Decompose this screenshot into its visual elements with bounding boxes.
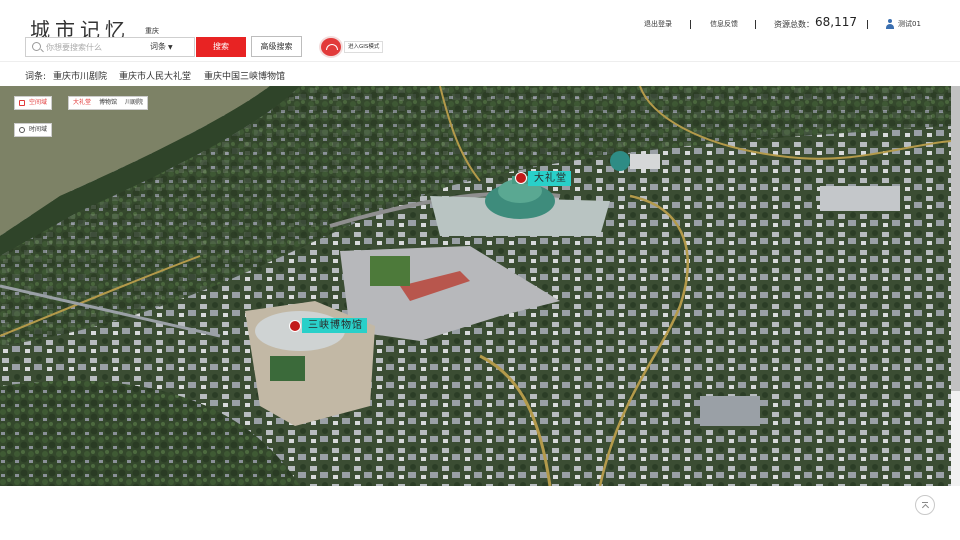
resource-label: 资源总数： <box>774 20 814 29</box>
search-input[interactable] <box>46 39 146 55</box>
time-view-button[interactable]: 时间域 <box>14 123 53 137</box>
tag-opera[interactable]: 川剧院 <box>121 97 147 109</box>
satellite-image <box>0 86 951 486</box>
gis-mode-icon[interactable] <box>321 38 341 56</box>
back-to-top-icon[interactable] <box>915 495 935 515</box>
keyword-bar: 词条: 重庆市川剧院 重庆市人民大礼堂 重庆中国三峡博物馆 <box>0 61 960 86</box>
divider <box>755 20 756 29</box>
poi-label-museum[interactable]: 三峡博物馆 <box>302 318 367 333</box>
keyword-item[interactable]: 重庆市川剧院 <box>53 69 107 82</box>
keyword-item[interactable]: 重庆中国三峡博物馆 <box>204 69 285 82</box>
crosshair-icon <box>19 127 25 133</box>
search-box: 词条▼ <box>25 37 195 57</box>
header: 城市记忆 重庆 词条▼ 搜索 高级搜索 进入GIS模式 退出登录 信息反馈 资源… <box>0 0 960 62</box>
user-icon <box>886 19 894 29</box>
location-icon <box>19 100 25 106</box>
poi-tag-group: 大礼堂 博物馆 川剧院 <box>68 96 149 110</box>
keyword-item[interactable]: 重庆市人民大礼堂 <box>119 69 191 82</box>
poi-marker-great-hall[interactable] <box>515 172 527 184</box>
tag-great-hall[interactable]: 大礼堂 <box>69 97 95 109</box>
city-label: 重庆 <box>145 27 159 35</box>
resource-count: 68,117 <box>815 15 857 29</box>
tag-museum[interactable]: 博物馆 <box>95 97 121 109</box>
poi-marker-museum[interactable] <box>289 320 301 332</box>
logout-link[interactable]: 退出登录 <box>644 19 672 29</box>
search-icon <box>32 42 41 51</box>
search-type-label: 词条 <box>150 42 166 51</box>
time-view-label: 时间域 <box>29 126 48 133</box>
feedback-link[interactable]: 信息反馈 <box>710 19 738 29</box>
map-view[interactable]: 空间域 时间域 大礼堂 博物馆 川剧院 大礼堂 三峡博物馆 <box>0 86 951 486</box>
space-view-label: 空间域 <box>29 99 48 106</box>
scrollbar-thumb[interactable] <box>951 86 960 391</box>
advanced-search-button[interactable]: 高级搜索 <box>251 36 302 57</box>
divider <box>867 20 868 29</box>
gis-mode-button[interactable]: 进入GIS模式 <box>344 41 384 53</box>
space-view-button[interactable]: 空间域 <box>14 96 53 110</box>
user-name[interactable]: 测试01 <box>898 19 921 29</box>
scrollbar-track[interactable] <box>951 391 960 486</box>
divider <box>690 20 691 29</box>
keyword-label: 词条: <box>25 72 47 82</box>
poi-label-great-hall[interactable]: 大礼堂 <box>528 171 571 186</box>
search-button[interactable]: 搜索 <box>196 37 246 57</box>
search-type-select[interactable]: 词条 ▼ <box>150 41 173 52</box>
chevron-down-icon: ▼ <box>168 44 173 51</box>
